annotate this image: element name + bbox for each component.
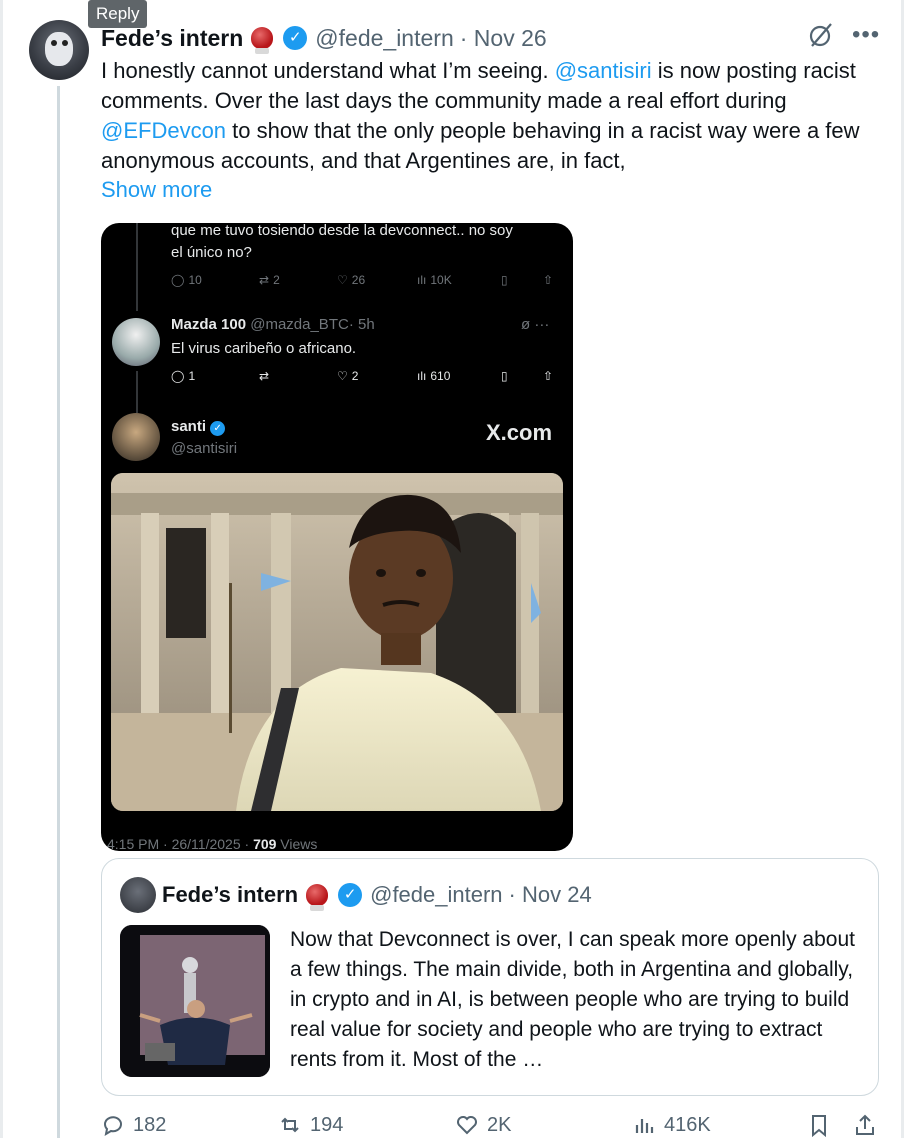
more-icon[interactable]: ••• <box>852 23 880 47</box>
prev-views-stat: ılı 10K <box>417 273 452 287</box>
share-action[interactable] <box>853 1113 877 1137</box>
bookmark-action[interactable] <box>807 1113 831 1137</box>
xcom-brand: X.com <box>486 420 553 445</box>
like-icon: ♡ <box>337 273 348 287</box>
reply-avatar <box>112 318 160 366</box>
selfie-photo <box>111 473 563 811</box>
share-icon: ⇧ <box>543 273 554 287</box>
reply-likes-stat: ♡ 2 <box>337 369 359 383</box>
mention-santisiri[interactable]: @santisiri <box>555 58 652 83</box>
prev-like-stat: ♡ 26 <box>337 273 366 287</box>
bookmark-icon <box>812 1115 826 1137</box>
views-icon: ılı <box>417 369 427 383</box>
thread-line <box>136 223 138 311</box>
action-bar: 182 194 2K 416K <box>101 1113 879 1138</box>
left-border <box>0 0 3 1138</box>
prev-tweet-text: que me tuvo tosiendo desde la devconnect… <box>171 223 513 239</box>
share-icon <box>856 1114 874 1135</box>
like-icon <box>457 1116 477 1135</box>
author-name[interactable]: Fede’s intern <box>101 25 243 52</box>
thread-line <box>136 371 138 413</box>
prev-reply-stat: ◯ 10 <box>171 273 202 287</box>
santi-handle: @santisiri <box>171 440 238 457</box>
screenshot-meta: 4:15 PM · 26/11/2025 · 709 Views <box>107 836 318 851</box>
bookmark-icon: ▯ <box>501 273 508 287</box>
author-handle[interactable]: @fede_intern <box>315 25 453 52</box>
tweet-header: Fede’s intern ✓ @fede_intern · Nov 26 <box>101 22 547 54</box>
reply-icon <box>104 1116 122 1137</box>
reply-views-stat: ılı 610 <box>417 369 451 383</box>
show-more-link[interactable]: Show more <box>101 175 212 205</box>
author-avatar[interactable] <box>29 20 89 80</box>
share-icon: ⇧ <box>543 369 554 383</box>
reply-icon: ◯ <box>171 369 185 383</box>
verified-icon: ✓ <box>210 421 226 436</box>
quoted-thumbnail <box>120 925 270 1077</box>
views-action[interactable]: 416K <box>632 1113 711 1137</box>
repost-icon: ⇄ <box>259 369 270 383</box>
repost-count: 194 <box>310 1113 344 1136</box>
bookmark-icon: ▯ <box>501 369 508 383</box>
like-count: 2K <box>487 1113 512 1136</box>
verified-icon: ✓ <box>338 883 363 907</box>
reply-action[interactable]: 182 <box>101 1113 166 1137</box>
like-icon: ♡ <box>337 369 348 383</box>
reply-icon: ◯ <box>171 273 185 287</box>
grok-icon: ø ··· <box>521 316 550 333</box>
quoted-author-avatar <box>120 877 156 913</box>
boxing-glove-icon <box>251 27 274 54</box>
thread-line <box>57 86 60 1138</box>
views-count: 416K <box>664 1113 711 1136</box>
reply-count: 182 <box>133 1113 167 1136</box>
quoted-text: Now that Devconnect is over, I can speak… <box>290 928 855 1071</box>
quoted-date: · Nov 24 <box>508 882 592 907</box>
repost-icon: ⇄ <box>259 273 270 287</box>
boxing-glove-icon <box>306 884 329 911</box>
santi-name: santi ✓ <box>171 417 226 437</box>
quoted-header: Fede’s intern ✓ @fede_intern · Nov 24 <box>162 879 592 911</box>
prev-tweet-text: el único no? <box>171 244 252 261</box>
reply-text: El virus caribeño o africano. <box>171 340 357 357</box>
reply-header: Mazda 100 @mazda_BTC· 5h <box>171 316 375 333</box>
mention-efdevcon[interactable]: @EFDevcon <box>101 118 226 143</box>
like-action[interactable]: 2K <box>455 1113 511 1137</box>
repost-icon <box>281 1117 299 1133</box>
tweet-text: I honestly cannot understand what I’m se… <box>101 56 861 176</box>
quoted-tweet[interactable]: Fede’s intern ✓ @fede_intern · Nov 24 No… <box>101 858 879 1096</box>
quoted-author-name: Fede’s intern <box>162 882 299 907</box>
grok-icon[interactable] <box>808 22 834 48</box>
views-icon: ılı <box>417 273 427 287</box>
santi-avatar <box>112 413 160 461</box>
repost-action[interactable]: 194 <box>278 1113 343 1137</box>
reply-replies-stat: ◯ 1 <box>171 369 196 383</box>
verified-icon[interactable]: ✓ <box>283 26 308 50</box>
prev-repost-stat: ⇄ 2 <box>259 273 280 287</box>
views-icon <box>635 1119 654 1133</box>
embedded-screenshot[interactable]: que me tuvo tosiendo desde la devconnect… <box>101 223 573 851</box>
tweet-date[interactable]: · Nov 26 <box>460 25 547 52</box>
tweet-text-part: I honestly cannot understand what I’m se… <box>101 58 555 83</box>
quoted-author-handle: @fede_intern <box>370 882 503 907</box>
header-actions: ••• <box>808 22 880 48</box>
